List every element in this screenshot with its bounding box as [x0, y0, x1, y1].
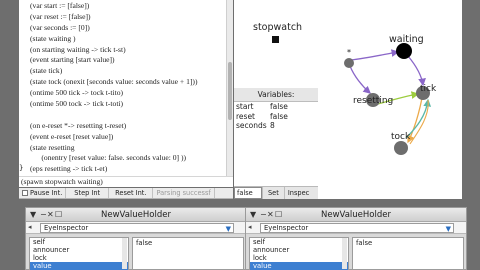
inspector-titlebar[interactable]: ▼ − ✕ ☐ NewValueHolder: [26, 208, 246, 222]
code-line: (ontime 500 tock -> tick t-toti): [30, 99, 124, 109]
state-tock-label: tock: [391, 132, 411, 142]
code-editor[interactable]: (var start := [false]) (var reset := [fal…: [19, 0, 233, 176]
code-line: (on e-reset *-> resetting t-reset): [30, 120, 127, 130]
field-list-scrollbar[interactable]: [342, 238, 347, 269]
inspector-field-item[interactable]: self: [250, 238, 348, 246]
inspector-type-select[interactable]: EyeInspector ▼: [260, 223, 454, 233]
variable-value: false: [270, 102, 288, 111]
state-diagram: * waiting tick resetting tock: [318, 0, 462, 199]
variable-row[interactable]: start false: [234, 102, 318, 112]
code-line: (event e-reset [reset value]): [30, 131, 114, 141]
set-value-input[interactable]: false: [234, 187, 262, 199]
chevron-down-icon[interactable]: ▼: [226, 225, 231, 233]
inspector-field-item[interactable]: lock: [30, 254, 128, 262]
inspector-toolbar: ◂ EyeInspector ▼: [246, 222, 466, 234]
pause-label: Pause Int.: [30, 189, 63, 197]
transition-waiting-tick: [407, 55, 426, 87]
inspector-field-item[interactable]: self: [30, 238, 128, 246]
chevron-down-icon[interactable]: ▼: [446, 225, 451, 233]
code-line: (state waiting ): [30, 33, 76, 43]
code-line: (event starting [start value]): [30, 55, 115, 65]
code-line: (state tock (onexit [seconds value: seco…: [30, 77, 198, 87]
inspector-type-label: EyeInspector: [44, 224, 89, 232]
code-line: (onentry [reset value: false. seconds va…: [30, 153, 187, 163]
code-line: (var start := [false]): [30, 1, 90, 10]
code-scrollbar[interactable]: [226, 0, 233, 176]
variable-value: false: [270, 111, 288, 121]
inspector-value-pane[interactable]: false: [352, 237, 464, 270]
state-tick-label: tick: [420, 84, 437, 94]
interpreter-controls: Pause Int. Step Int Reset Int. Parsing s…: [19, 188, 233, 199]
transition-star-waiting: [350, 49, 400, 61]
code-line: (ontime 500 tick -> tock t-tito): [30, 88, 124, 98]
stopwatch-morph[interactable]: [272, 36, 279, 43]
inspector-field-list[interactable]: self announcer lock value: [29, 237, 129, 270]
set-button[interactable]: Set: [262, 187, 284, 199]
inspect-button[interactable]: Inspec: [283, 187, 312, 199]
inspector-title: NewValueHolder: [321, 210, 391, 220]
editor-resize-glyph: }: [19, 164, 24, 172]
variables-list[interactable]: start false reset false seconds 8: [234, 102, 318, 186]
code-line: (state tick): [30, 66, 63, 76]
reset-button[interactable]: Reset Int.: [109, 188, 154, 198]
desktop-strip: [462, 0, 480, 199]
inspector-field-list[interactable]: self announcer lock value: [249, 237, 349, 270]
inspector-type-label: EyeInspector: [264, 224, 309, 232]
inspector-field-item[interactable]: value: [250, 262, 348, 270]
state-star[interactable]: [344, 58, 354, 68]
state-waiting[interactable]: [396, 43, 412, 59]
variables-toolbar: false Set Inspec: [234, 186, 318, 199]
stopwatch-label: stopwatch: [253, 22, 303, 33]
variable-row[interactable]: seconds 8: [234, 121, 318, 131]
variable-value: 8: [270, 121, 275, 130]
state-tock[interactable]: [394, 141, 408, 155]
inspector-field-item[interactable]: announcer: [30, 246, 128, 254]
inspector-type-select[interactable]: EyeInspector ▼: [40, 223, 234, 233]
step-button[interactable]: Step Int: [66, 188, 110, 198]
history-back-icon[interactable]: ◂: [28, 223, 32, 231]
state-diagram-canvas: * waiting tick resetting tock: [344, 34, 437, 155]
inspector-title: NewValueHolder: [101, 210, 171, 220]
state-star-label: *: [347, 48, 351, 57]
field-list-scrollbar[interactable]: [122, 238, 127, 269]
inspector-field-item[interactable]: lock: [250, 254, 348, 262]
variable-name: seconds: [236, 121, 267, 130]
transition-star-resetting: [349, 65, 371, 94]
history-back-icon[interactable]: ◂: [248, 223, 252, 231]
inspector-toolbar: ◂ EyeInspector ▼: [26, 222, 246, 234]
code-scrollbar-thumb[interactable]: [228, 62, 232, 120]
code-line: (var seconds := [0]): [30, 22, 90, 32]
state-waiting-label: waiting: [389, 34, 424, 45]
inspector-field-item[interactable]: announcer: [250, 246, 348, 254]
inspector-field-item[interactable]: value: [30, 262, 128, 270]
pause-toggle[interactable]: Pause Int.: [19, 188, 67, 198]
variable-name: reset: [236, 111, 255, 121]
code-line: (on starting waiting -> tick t-st): [30, 44, 126, 54]
code-line: (state resetting: [30, 142, 75, 152]
code-line: (var reset := [false]): [30, 11, 91, 21]
state-resetting-label: resetting: [353, 96, 393, 106]
inspector-window-1: ▼ − ✕ ☐ NewValueHolder ◂ EyeInspector ▼ …: [25, 207, 247, 270]
inspector-titlebar[interactable]: ▼ − ✕ ☐ NewValueHolder: [246, 208, 466, 222]
variable-name: start: [236, 102, 254, 111]
variables-header: Variables:: [234, 88, 318, 102]
inspector-window-2: ▼ − ✕ ☐ NewValueHolder ◂ EyeInspector ▼ …: [245, 207, 467, 270]
variable-row[interactable]: reset false: [234, 112, 318, 122]
inspector-value-pane[interactable]: false: [132, 237, 244, 270]
pause-checkbox[interactable]: [22, 190, 28, 196]
parsing-status: Parsing successf: [153, 188, 215, 198]
code-line: (eps resetting -> tick t-et): [30, 164, 108, 174]
eval-input[interactable]: (spawn stopwatch waiting): [19, 176, 233, 187]
stopwatch-morph-area: [234, 0, 318, 88]
